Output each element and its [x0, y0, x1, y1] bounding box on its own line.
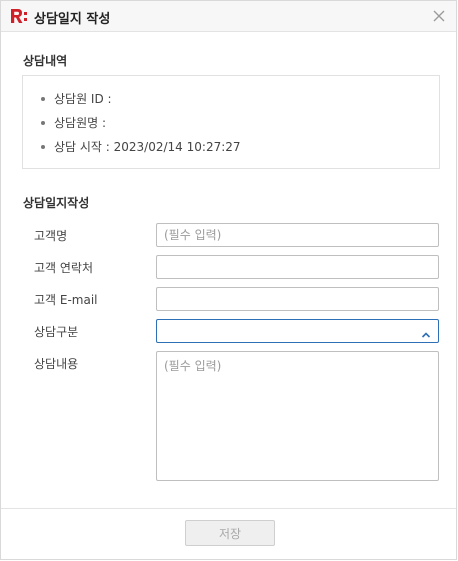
consult-content-label: 상담내용 — [34, 357, 79, 371]
consult-log-dialog: 상담일지 작성 상담내역 상담원 ID : 상담원명 : 상담 시작 : 202… — [0, 0, 457, 560]
list-item: 상담원 ID : — [41, 90, 112, 107]
consult-form-title: 상담일지작성 — [23, 196, 90, 210]
customer-email-label: 고객 E-mail — [34, 293, 98, 307]
r-logo-icon — [10, 8, 28, 24]
consult-category-select[interactable] — [156, 319, 439, 343]
consult-content-textarea[interactable] — [156, 351, 439, 481]
footer-divider — [1, 508, 456, 509]
agent-name-text: 상담원명 : — [54, 116, 107, 130]
chevron-up-icon[interactable] — [420, 326, 432, 338]
customer-name-input[interactable] — [156, 223, 439, 247]
list-item: 상담 시작 : 2023/02/14 10:27:27 — [41, 138, 241, 155]
customer-name-label: 고객명 — [34, 229, 68, 243]
title-bar: 상담일지 작성 — [1, 1, 456, 32]
bullet-icon — [41, 120, 45, 125]
list-item: 상담원명 : — [41, 114, 106, 131]
customer-email-input[interactable] — [156, 287, 439, 311]
customer-contact-label: 고객 연락처 — [34, 261, 94, 275]
save-button[interactable]: 저장 — [185, 520, 275, 546]
customer-contact-input[interactable] — [156, 255, 439, 279]
agent-id-text: 상담원 ID : — [54, 92, 112, 106]
bullet-icon — [41, 96, 45, 101]
consult-category-label: 상담구분 — [34, 325, 79, 339]
consult-info-box: 상담원 ID : 상담원명 : 상담 시작 : 2023/02/14 10:27… — [22, 75, 440, 169]
consult-info-title: 상담내역 — [23, 54, 68, 68]
bullet-icon — [41, 144, 45, 149]
consult-start-text: 상담 시작 : 2023/02/14 10:27:27 — [54, 140, 241, 154]
close-icon[interactable] — [430, 7, 448, 25]
dialog-title: 상담일지 작성 — [34, 12, 111, 27]
